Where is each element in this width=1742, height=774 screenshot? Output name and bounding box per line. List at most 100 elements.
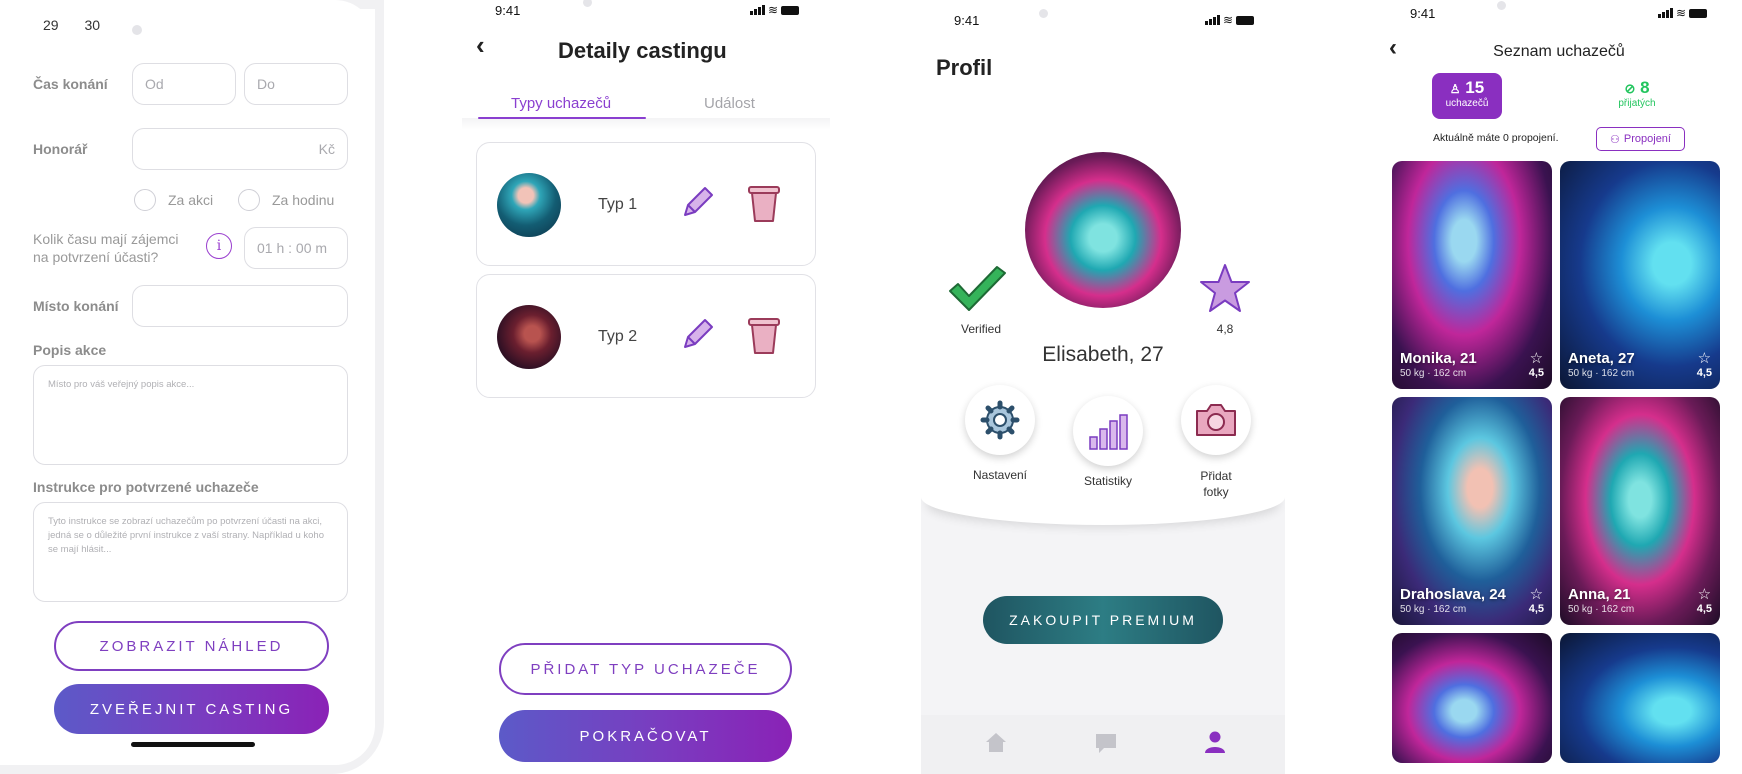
fee-label: Honorář — [33, 141, 88, 157]
applicant-rating: ☆ 4,5 — [1697, 349, 1712, 379]
status-icons: ≋ — [1205, 13, 1255, 27]
applicant-card[interactable]: Monika, 21 50 kg · 162 cm ☆ 4,5 — [1392, 161, 1552, 389]
confirm-time-label-line: na potvrzení účasti? — [33, 249, 159, 265]
applicant-name: Monika, 21 — [1400, 350, 1477, 367]
home-icon[interactable] — [984, 731, 1008, 753]
status-icons: ≋ — [1658, 6, 1708, 20]
gear-icon — [980, 400, 1020, 440]
buy-premium-button[interactable]: ZAKOUPIT PREMIUM — [983, 596, 1223, 644]
star-icon[interactable]: ☆ — [1697, 349, 1712, 367]
back-button[interactable]: ‹ — [476, 30, 485, 61]
time-label: Čas konání — [33, 76, 108, 92]
tabs-shadow — [462, 118, 830, 130]
signal-icon — [1658, 8, 1673, 18]
star-icon[interactable]: ☆ — [1529, 349, 1544, 367]
battery-icon — [1236, 15, 1255, 25]
applicant-type-card[interactable]: Typ 1 — [476, 142, 816, 266]
applicant-card[interactable]: Anna, 21 50 kg · 162 cm ☆ 4,5 — [1560, 397, 1720, 625]
check-circle-icon: ⊘ — [1624, 81, 1636, 96]
radio-circle — [238, 189, 260, 211]
accepted-count-row: ⊘ 8 — [1602, 78, 1672, 98]
applicant-card[interactable] — [1392, 633, 1552, 763]
applicant-name: Drahoslava, 24 — [1400, 586, 1506, 603]
radio-circle — [134, 189, 156, 211]
delete-icon[interactable] — [746, 183, 782, 225]
connections-button[interactable]: ⚇ Propojení — [1596, 127, 1685, 151]
calendar-day[interactable]: 29 — [43, 17, 59, 33]
time-to-input[interactable]: Do — [244, 63, 348, 105]
profile-icon[interactable] — [1204, 730, 1226, 754]
add-photos-label-line: fotky — [1203, 485, 1229, 499]
confirm-time-label-line: Kolik času mají zájemci — [33, 231, 179, 247]
person-icon: ♙ — [1449, 82, 1461, 96]
preview-button[interactable]: ZOBRAZIT NÁHLED — [54, 621, 329, 671]
applicant-rating: ☆ 4,5 — [1529, 349, 1544, 379]
place-input[interactable] — [132, 285, 348, 327]
rating-value: 4,5 — [1696, 603, 1712, 615]
delete-icon[interactable] — [746, 315, 782, 357]
form-panel: 29 30 Čas konání Od Do Honorář Kč Za akc… — [0, 0, 375, 765]
connections-text: Aktuálně máte 0 propojení. — [1433, 132, 1559, 144]
publish-casting-button[interactable]: ZVEŘEJNIT CASTING — [54, 684, 329, 734]
verified-label: Verified — [960, 322, 1002, 336]
add-applicant-type-button[interactable]: PŘIDAT TYP UCHAZEČE — [499, 643, 792, 695]
applicants-count: 15 — [1465, 78, 1485, 97]
info-icon[interactable]: i — [206, 233, 232, 259]
applicants-list-screen: 9:41 ≋ ‹ Seznam uchazečů ♙ 15 uchazečů ⊘… — [1376, 0, 1742, 774]
star-icon[interactable]: ☆ — [1529, 585, 1544, 603]
instructions-textarea[interactable]: Tyto instrukce se zobrazí uchazečům po p… — [33, 502, 348, 602]
signal-icon — [1205, 15, 1220, 25]
applicant-card[interactable]: Drahoslava, 24 50 kg · 162 cm ☆ 4,5 — [1392, 397, 1552, 625]
bottom-nav — [921, 715, 1285, 774]
tab-event[interactable]: Událost — [704, 95, 755, 112]
calendar-day[interactable]: 30 — [84, 17, 100, 33]
applicant-rating: ☆ 4,5 — [1697, 585, 1712, 615]
home-indicator — [131, 742, 255, 747]
add-photos-button[interactable] — [1181, 385, 1251, 455]
edit-icon[interactable] — [677, 315, 717, 355]
applicant-card[interactable]: Aneta, 27 50 kg · 162 cm ☆ 4,5 — [1560, 161, 1720, 389]
applicant-card[interactable] — [1560, 633, 1720, 763]
rating-value: 4,5 — [1528, 603, 1544, 615]
applicant-stats: 50 kg · 162 cm — [1400, 368, 1467, 379]
settings-label: Nastavení — [972, 468, 1028, 482]
applicant-name: Anna, 21 — [1568, 586, 1631, 603]
per-hour-label: Za hodinu — [272, 192, 335, 208]
star-icon[interactable]: ☆ — [1697, 585, 1712, 603]
accepted-count-label: přijatých — [1618, 98, 1656, 109]
edit-icon[interactable] — [677, 183, 717, 223]
applicant-stats: 50 kg · 162 cm — [1568, 368, 1635, 379]
profile-photo[interactable] — [1025, 152, 1181, 308]
fee-input[interactable]: Kč — [132, 128, 348, 170]
time-from-input[interactable]: Od — [132, 63, 236, 105]
continue-button[interactable]: POKRAČOVAT — [499, 710, 792, 762]
statistics-button[interactable] — [1073, 396, 1143, 466]
accepted-count-badge[interactable]: ⊘ 8 přijatých — [1602, 73, 1672, 119]
rating-value: 4,5 — [1696, 367, 1712, 379]
rating-value: 4,8 — [1216, 322, 1234, 336]
rating-value: 4,5 — [1528, 367, 1544, 379]
battery-icon — [1689, 8, 1708, 18]
add-photos-label: Přidat fotky — [1176, 468, 1256, 500]
profile-name: Elisabeth, 27 — [1042, 343, 1164, 366]
applicants-count-label: uchazečů — [1445, 98, 1489, 109]
confirm-time-input[interactable]: 01 h : 00 m — [244, 227, 348, 269]
confirm-time-label: Kolik času mají zájemci na potvrzení úča… — [33, 230, 179, 266]
description-textarea[interactable]: Místo pro váš veřejný popis akce... — [33, 365, 348, 465]
signal-icon — [750, 5, 765, 15]
applicant-type-card[interactable]: Typ 2 — [476, 274, 816, 398]
instructions-label: Instrukce pro potvrzené uchazeče — [33, 479, 259, 495]
per-hour-radio[interactable]: Za hodinu — [238, 189, 334, 211]
page-title: Seznam uchazečů — [1493, 43, 1625, 60]
description-label: Popis akce — [33, 342, 107, 358]
camera-notch — [1039, 9, 1048, 18]
settings-button[interactable] — [965, 385, 1035, 455]
battery-icon — [781, 5, 800, 15]
per-event-radio[interactable]: Za akci — [134, 189, 213, 211]
applicants-count-badge[interactable]: ♙ 15 uchazečů — [1432, 73, 1502, 119]
tab-applicant-types[interactable]: Typy uchazečů — [511, 95, 611, 112]
camera-icon — [1196, 404, 1236, 436]
status-time: 9:41 — [954, 13, 980, 28]
chat-icon[interactable] — [1094, 732, 1118, 754]
status-icons: ≋ — [750, 3, 800, 17]
